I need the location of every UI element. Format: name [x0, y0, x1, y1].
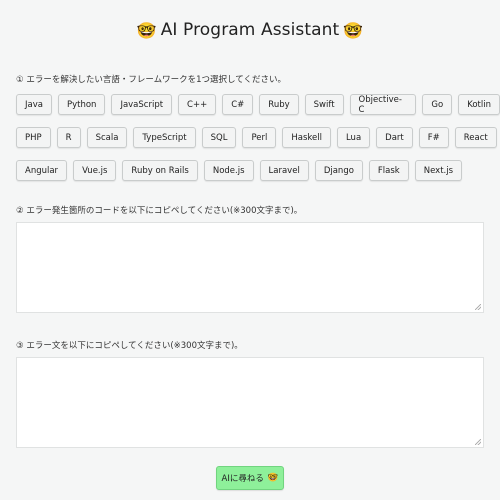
language-chip[interactable]: Python: [57, 94, 106, 115]
nerd-face-icon: 🤓: [343, 20, 364, 40]
language-chip[interactable]: Node.js: [203, 160, 254, 181]
language-chip[interactable]: Swift: [304, 94, 344, 115]
language-chip[interactable]: Laravel: [259, 160, 309, 181]
language-chip[interactable]: Vue.js: [73, 160, 117, 181]
language-chip[interactable]: Ruby: [259, 94, 299, 115]
ask-ai-button-label: AIに尋ねる: [221, 474, 264, 484]
nerd-face-icon: 🤓: [136, 20, 157, 40]
language-chip[interactable]: C++: [178, 94, 217, 115]
language-chip[interactable]: React: [454, 127, 497, 148]
language-chip[interactable]: Dart: [376, 127, 413, 148]
language-row-3: Angular Vue.js Ruby on Rails Node.js Laravel…: [16, 160, 463, 181]
language-chip[interactable]: Perl: [242, 127, 277, 148]
language-row-1: Java Python JavaScript C++ C# Ruby Swift Object…: [16, 94, 500, 115]
language-chip[interactable]: Next.js: [414, 160, 463, 181]
error-input-label: ③ エラー文を以下にコピペしてください(※300文字まで)。: [16, 341, 243, 351]
ask-ai-button[interactable]: AIに尋ねる 🤓: [216, 466, 284, 490]
language-chip[interactable]: Haskell: [282, 127, 331, 148]
language-chip[interactable]: R: [56, 127, 81, 148]
language-chip[interactable]: Objective-C: [349, 94, 417, 115]
error-textarea[interactable]: [16, 357, 484, 448]
language-chip[interactable]: Angular: [16, 160, 68, 181]
language-chip[interactable]: F#: [418, 127, 449, 148]
language-chip[interactable]: JavaScript: [111, 94, 173, 115]
code-textarea[interactable]: [16, 222, 484, 313]
language-chip[interactable]: TypeScript: [133, 127, 196, 148]
page-title: 🤓 AI Program Assistant 🤓: [0, 20, 500, 40]
language-chip[interactable]: Go: [422, 94, 453, 115]
language-chip[interactable]: Django: [314, 160, 363, 181]
language-chip[interactable]: SQL: [201, 127, 237, 148]
resize-handle-icon[interactable]: [475, 439, 481, 445]
language-chip[interactable]: PHP: [16, 127, 51, 148]
language-chip[interactable]: Flask: [368, 160, 409, 181]
code-input-label: ② エラー発生箇所のコードを以下にコピペしてください(※300文字まで)。: [16, 206, 303, 216]
page-title-text: AI Program Assistant: [160, 20, 340, 40]
language-chip[interactable]: C#: [222, 94, 254, 115]
resize-handle-icon[interactable]: [475, 304, 481, 310]
language-chip[interactable]: Kotlin: [458, 94, 500, 115]
language-row-2: PHP R Scala TypeScript SQL Perl Haskell Lua Dart…: [16, 127, 497, 148]
language-chip[interactable]: Scala: [86, 127, 128, 148]
nerd-face-icon: 🤓: [267, 473, 279, 483]
language-chip[interactable]: Java: [16, 94, 52, 115]
language-chip[interactable]: Ruby on Rails: [122, 160, 198, 181]
language-select-label: ① エラーを解決したい言語・フレームワークを1つ選択してください。: [16, 75, 286, 85]
language-chip[interactable]: Lua: [336, 127, 371, 148]
